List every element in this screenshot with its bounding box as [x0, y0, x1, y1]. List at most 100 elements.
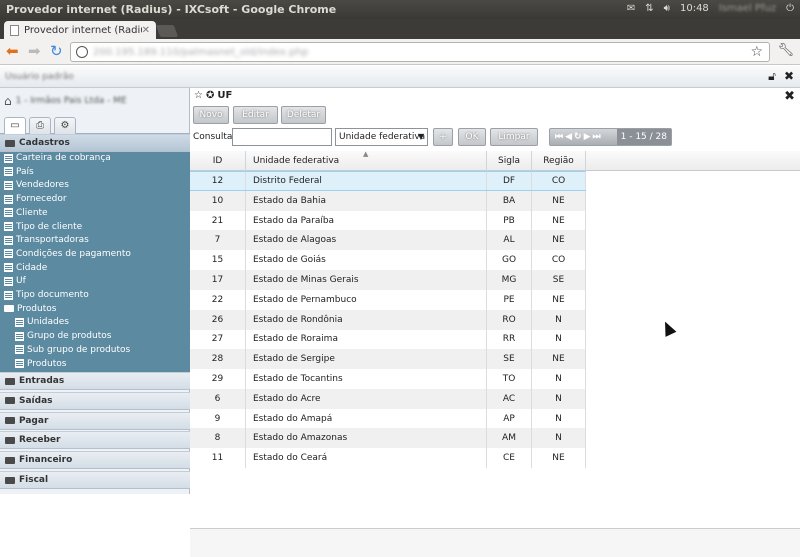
section-cadastros[interactable]: Cadastros — [0, 134, 190, 152]
power-icon[interactable]: ⏻ — [786, 3, 794, 14]
chevron-down-icon: ▼ — [417, 132, 424, 141]
section-3[interactable]: Receber — [0, 431, 190, 450]
cell-name: Estado de Minas Gerais — [246, 270, 487, 290]
menu-item[interactable]: Carteira de cobrança — [4, 153, 111, 163]
menu-item[interactable]: Tipo de cliente — [4, 222, 82, 232]
clock[interactable]: 10:48 — [680, 3, 709, 14]
clear-button[interactable]: Limpar — [490, 128, 538, 146]
window-title: Provedor internet (Radius) - IXCsoft - G… — [6, 3, 337, 16]
page-icon — [10, 24, 19, 36]
unlock-icon[interactable]: 🔓︎ — [768, 69, 776, 84]
table-row[interactable]: 29 Estado de Tocantins TO N — [190, 369, 586, 389]
close-app-icon[interactable]: ✖ — [784, 69, 794, 84]
volume-icon[interactable]: 🔊︎ — [664, 3, 670, 14]
search-input[interactable] — [232, 128, 332, 146]
document-icon — [4, 276, 13, 286]
menu-item[interactable]: País — [4, 167, 34, 177]
wrench-icon[interactable]: 🔧︎ — [777, 43, 794, 58]
add-filter-button[interactable]: + — [433, 128, 453, 146]
gear-icon[interactable]: ✪ — [206, 90, 214, 101]
edit-button[interactable]: Editar — [233, 106, 278, 124]
section-2[interactable]: Pagar — [0, 411, 190, 430]
cell-sigla: CE — [487, 448, 532, 469]
table-row[interactable]: 17 Estado de Minas Gerais MG SE — [190, 270, 586, 290]
table-row[interactable]: 7 Estado de Alagoas AL NE — [190, 230, 586, 251]
menu-item[interactable]: Tipo documento — [4, 290, 89, 300]
network-icon[interactable]: ⇅ — [645, 3, 653, 14]
section-5[interactable]: Fiscal — [0, 471, 190, 489]
table-row[interactable]: 15 Estado de Goiás GO CO — [190, 250, 586, 271]
table-row[interactable]: 12 Distrito Federal DF CO — [190, 171, 586, 191]
forward-arrow-icon[interactable]: ➡ — [28, 43, 41, 59]
menu-item[interactable]: Condições de pagamento — [4, 249, 131, 259]
company-selector[interactable]: ⌂ 1 - Irmãos Pais Ltda - ME — [4, 94, 127, 108]
user-menu[interactable]: Ismael Pfuz — [719, 3, 776, 14]
tab-settings[interactable]: ⚙ — [54, 117, 76, 134]
tab-window[interactable]: ▭ — [4, 117, 26, 134]
new-tab-button[interactable] — [155, 25, 179, 37]
menu-item[interactable]: Vendedores — [4, 180, 69, 190]
menu-item[interactable]: Unidades — [15, 317, 69, 327]
table-row[interactable]: 21 Estado da Paraíba PB NE — [190, 210, 586, 231]
menu-item[interactable]: Uf — [4, 276, 26, 286]
table-row[interactable]: 10 Estado da Bahia BA NE — [190, 190, 586, 211]
cell-regiao: N — [532, 388, 586, 409]
back-arrow-icon[interactable]: ⬅ — [6, 43, 19, 59]
cell-id: 8 — [190, 428, 246, 449]
delete-button[interactable]: Deletar — [281, 106, 326, 124]
table-row[interactable]: 22 Estado de Pernambuco PE NE — [190, 289, 586, 310]
bookmark-star-icon[interactable]: ☆ — [750, 44, 763, 60]
header-name[interactable]: Unidade federativa ▲ — [246, 150, 487, 171]
address-bar[interactable]: 200.195.189.110/palmasnet_old/index.php … — [70, 42, 770, 62]
mail-icon[interactable]: ✉ — [627, 3, 635, 14]
menu-item[interactable]: Cliente — [4, 208, 48, 218]
menu-item[interactable]: Produtos — [15, 359, 66, 369]
os-title-bar: Provedor internet (Radius) - IXCsoft - G… — [0, 0, 800, 19]
menu-item-label: Cidade — [16, 262, 48, 273]
table-row[interactable]: 28 Estado de Sergipe SE NE — [190, 349, 586, 370]
first-page-icon[interactable]: ⏮ — [555, 132, 563, 142]
search-field-select[interactable]: Unidade federativa ▼ — [335, 128, 428, 146]
cell-regiao: CO — [532, 172, 586, 190]
menu-item[interactable]: Transportadoras — [4, 235, 89, 245]
header-sigla[interactable]: Sigla — [487, 151, 532, 171]
menu-item-label: Grupo de produtos — [27, 331, 112, 342]
header-regiao[interactable]: Região — [532, 151, 586, 171]
section-4[interactable]: Financeiro — [0, 451, 190, 470]
table-row[interactable]: 8 Estado do Amazonas AM N — [190, 428, 586, 449]
table-row[interactable]: 26 Estado de Rondônia RO N — [190, 309, 586, 330]
table-row[interactable]: 9 Estado do Amapá AP N — [190, 408, 586, 429]
cell-id: 7 — [190, 230, 246, 251]
gear-icon: ⚙ — [60, 120, 70, 131]
browser-tab[interactable]: Provedor internet (Radius... ✕ — [4, 21, 156, 39]
table-row[interactable]: 11 Estado do Ceará CE NE — [190, 448, 586, 469]
url-text[interactable]: 200.195.189.110/palmasnet_old/index.php — [93, 47, 308, 58]
section-0[interactable]: Entradas — [0, 372, 190, 390]
tab-print[interactable]: ⎙ — [29, 117, 51, 134]
cell-regiao: N — [532, 408, 586, 429]
reload-icon[interactable]: ↻ — [50, 43, 63, 59]
menu-folder[interactable]: Produtos — [4, 304, 56, 314]
table-row[interactable]: 6 Estado do Acre AC N — [190, 388, 586, 409]
close-icon[interactable]: ✖ — [784, 89, 795, 104]
last-page-icon[interactable]: ⏭ — [593, 132, 601, 142]
star-icon[interactable]: ☆ — [194, 90, 203, 101]
next-page-icon[interactable]: ▶ — [584, 132, 591, 142]
close-tab-icon[interactable]: ✕ — [142, 25, 150, 36]
header-id[interactable]: ID — [190, 151, 246, 171]
app-header: Usuário padrão 🔓︎ ✖ — [0, 66, 800, 88]
page-info-icon[interactable] — [76, 46, 88, 58]
prev-page-icon[interactable]: ◀ — [565, 132, 572, 142]
menu-item[interactable]: Grupo de produtos — [15, 331, 111, 341]
refresh-icon[interactable]: ↻ — [574, 132, 581, 142]
cell-id: 17 — [190, 270, 246, 290]
cell-sigla: SE — [487, 349, 532, 370]
ok-button[interactable]: OK — [458, 128, 486, 146]
menu-item[interactable]: Sub grupo de produtos — [15, 345, 130, 355]
new-button[interactable]: Novo — [193, 106, 229, 124]
table-row[interactable]: 27 Estado de Roraima RR N — [190, 329, 586, 350]
menu-item[interactable]: Fornecedor — [4, 194, 67, 204]
menu-item[interactable]: Cidade — [4, 263, 47, 273]
document-icon — [4, 222, 13, 231]
section-1[interactable]: Saídas — [0, 391, 190, 410]
